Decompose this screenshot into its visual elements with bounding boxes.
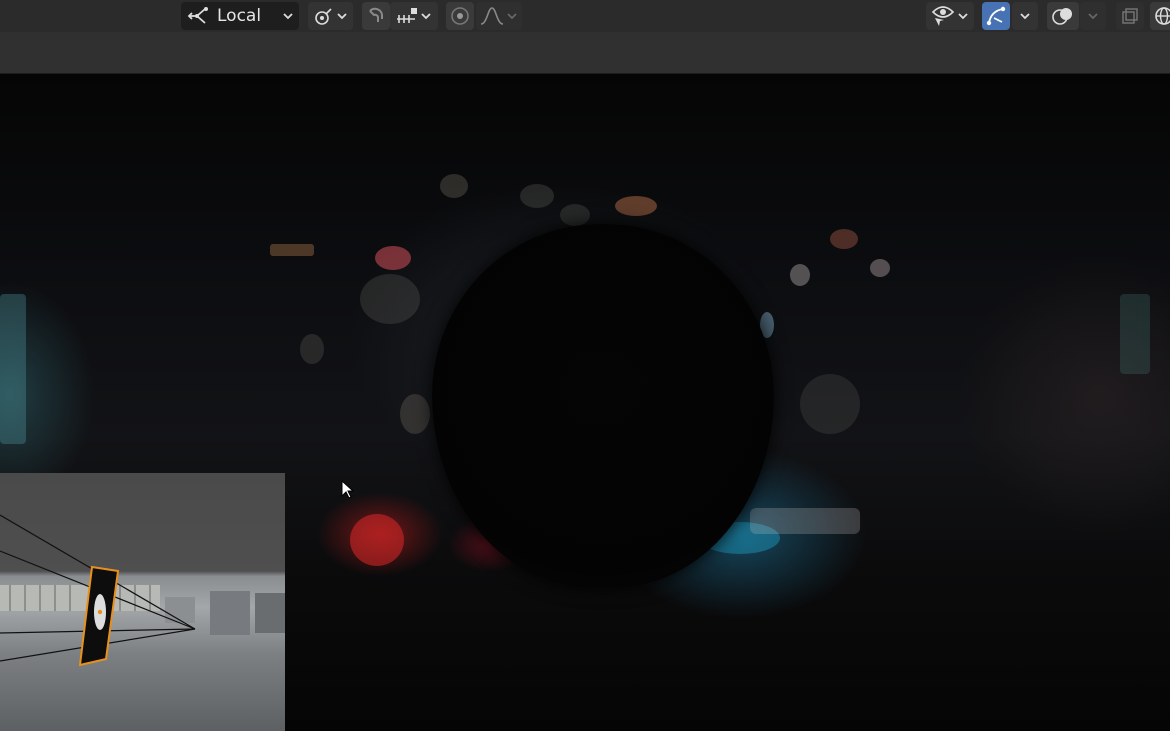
bokeh-light [790, 264, 810, 286]
magnet-icon [369, 7, 383, 22]
chevron-down-icon [958, 13, 968, 20]
falloff-curve-icon [480, 7, 504, 25]
proportional-falloff-dropdown[interactable] [476, 2, 522, 30]
eye-icon [931, 6, 955, 26]
wireframe-sphere-icon [1155, 7, 1170, 25]
transform-orientation-icon [187, 7, 208, 24]
bokeh-light [1120, 294, 1150, 374]
dark-sphere-object[interactable] [432, 224, 774, 588]
gizmo-dropdown[interactable] [1012, 2, 1038, 30]
camera-preview-scene [0, 514, 285, 667]
bokeh-light [0, 294, 26, 444]
snap-increment-icon [397, 8, 417, 23]
viewport-header: Local [0, 0, 1170, 32]
mouse-cursor-icon [341, 480, 355, 499]
proportional-editing-toggle[interactable] [446, 2, 474, 30]
overlay-icon [1052, 8, 1072, 25]
camera-preview-inset[interactable] [0, 473, 285, 731]
chevron-down-icon [283, 13, 293, 20]
bokeh-light [870, 259, 890, 277]
bokeh-light [615, 196, 657, 216]
overlays-dropdown[interactable] [1080, 2, 1106, 30]
xray-icon [1122, 8, 1138, 24]
proportional-editing-icon [451, 7, 469, 25]
bokeh-light [750, 508, 860, 534]
chevron-down-icon [1020, 13, 1030, 20]
bokeh-light [350, 514, 404, 566]
pivot-point-icon [314, 8, 332, 25]
bokeh-light [520, 184, 554, 208]
bokeh-light [360, 274, 420, 324]
bokeh-light [375, 246, 411, 270]
xray-toggle-button[interactable] [1116, 2, 1144, 30]
bokeh-light [300, 334, 324, 364]
snap-target-dropdown[interactable] [390, 2, 438, 30]
bokeh-light [400, 394, 430, 434]
bokeh-light [270, 244, 314, 256]
viewport-subheader [0, 32, 1170, 74]
gizmo-toggle-button[interactable] [982, 2, 1010, 30]
wireframe-shading-button[interactable] [1150, 2, 1170, 30]
transform-orientation-dropdown[interactable]: Local [181, 2, 299, 30]
bokeh-light [800, 374, 860, 434]
transform-orientation-label: Local [217, 6, 262, 26]
object-visibility-dropdown[interactable] [926, 2, 974, 30]
chevron-down-icon [421, 13, 431, 20]
bokeh-light [830, 229, 858, 249]
chevron-down-icon [507, 13, 517, 20]
bokeh-light [440, 174, 468, 198]
chevron-down-icon [1088, 13, 1098, 20]
bokeh-light [560, 204, 590, 226]
snap-toggle-button[interactable] [362, 2, 390, 30]
gizmo-icon [986, 6, 1006, 26]
chevron-down-icon [336, 13, 347, 20]
pivot-point-dropdown[interactable] [308, 2, 353, 30]
overlays-toggle-button[interactable] [1047, 2, 1079, 30]
